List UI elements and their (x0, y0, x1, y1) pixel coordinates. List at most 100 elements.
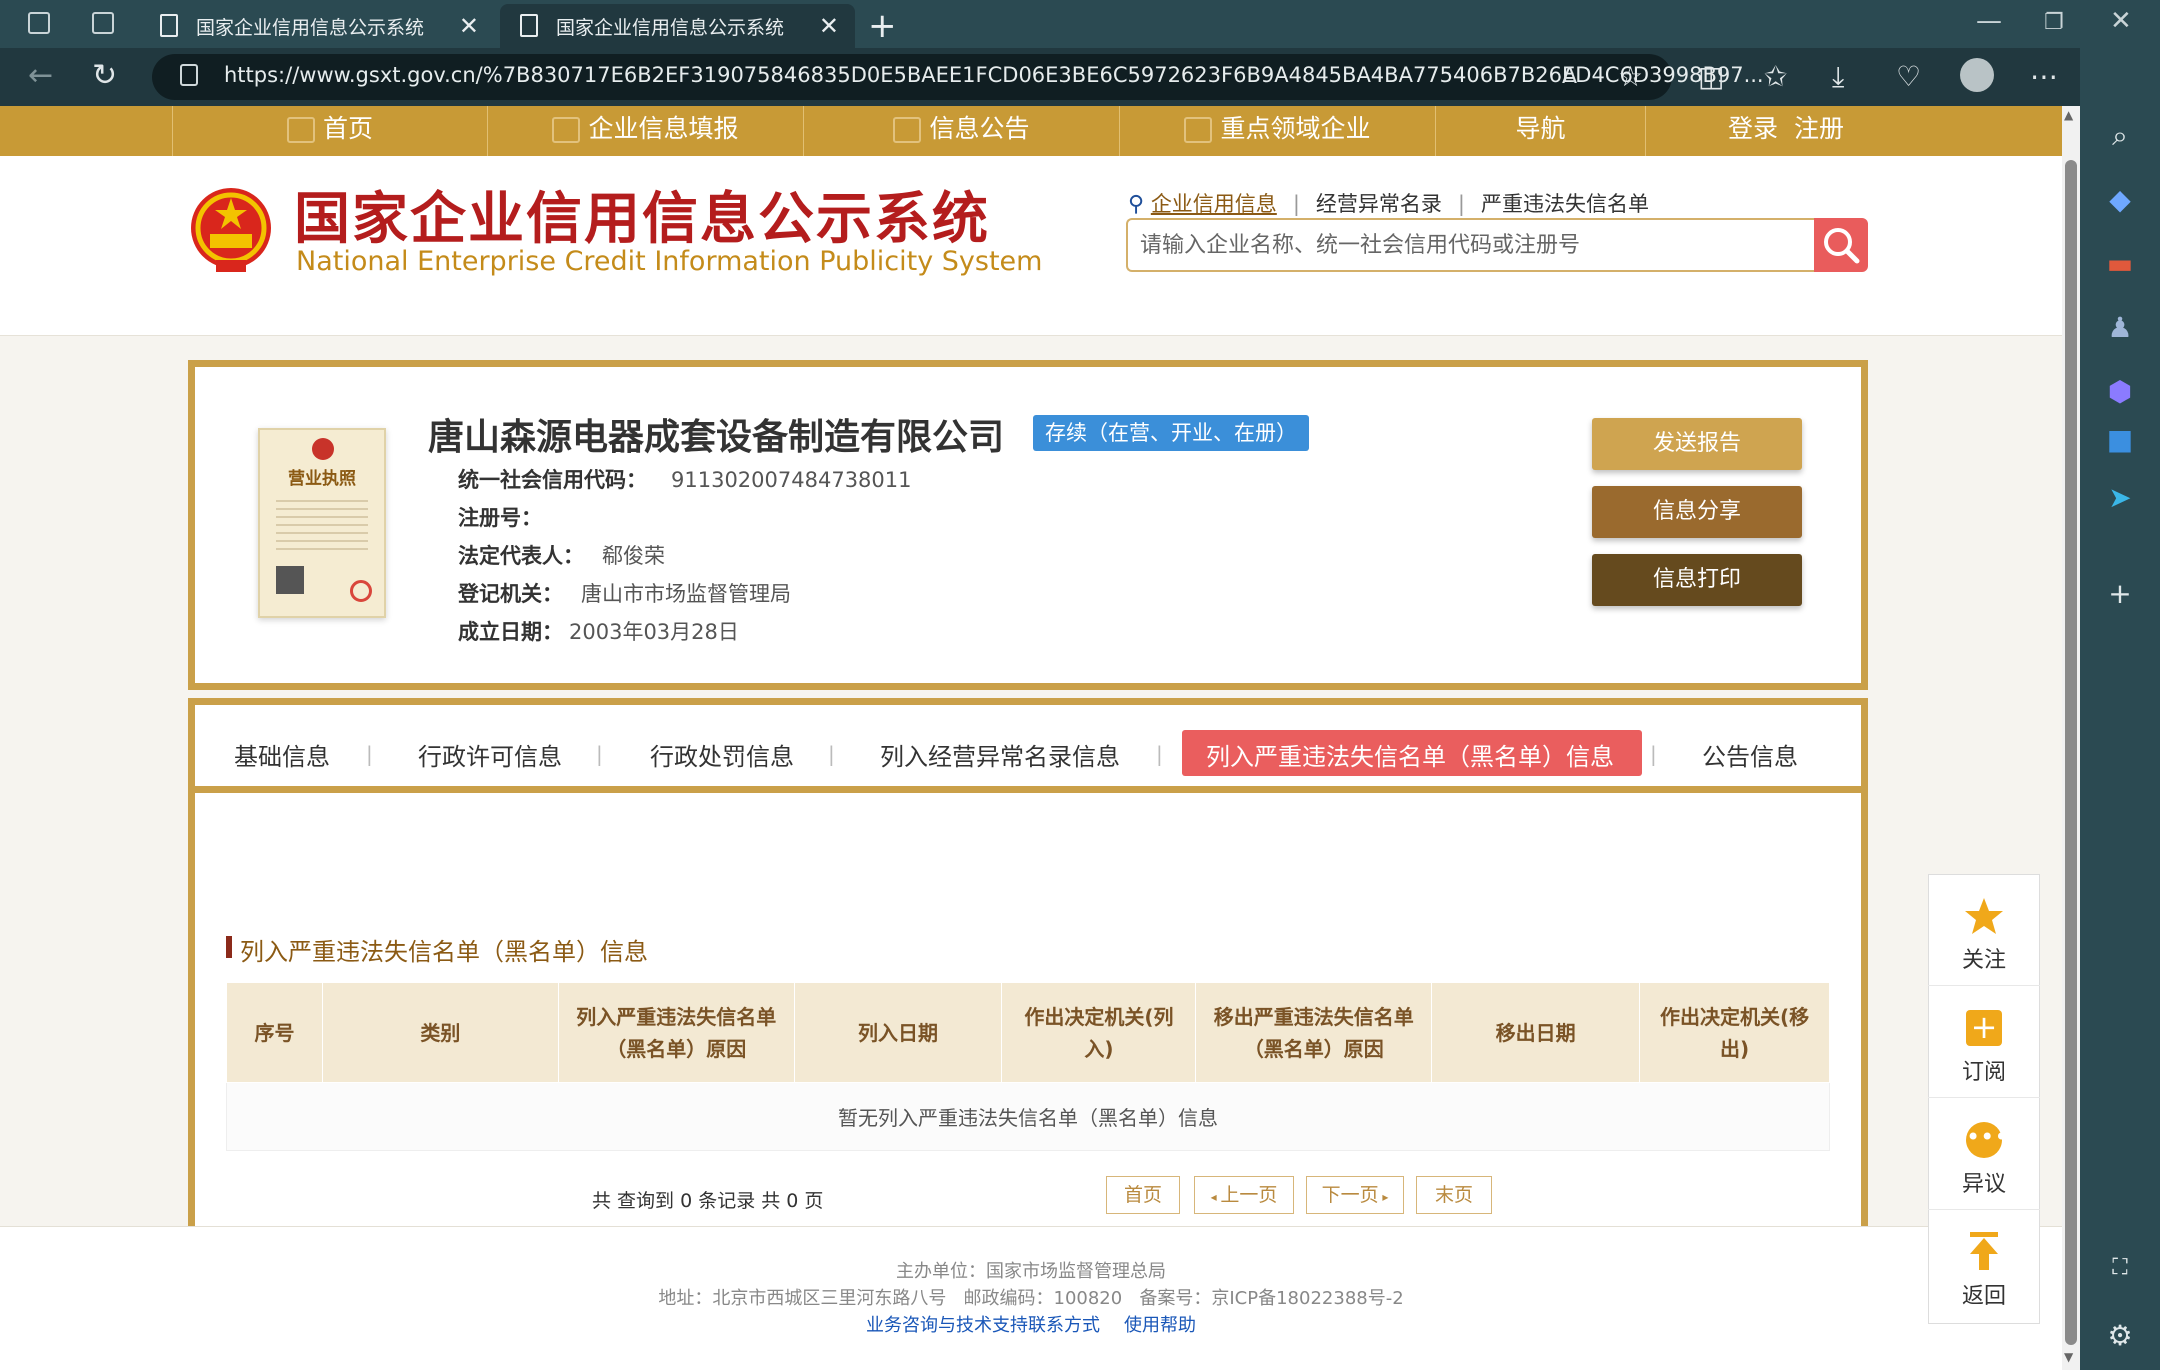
objection-button[interactable]: ••• 异议 (1928, 1098, 2040, 1210)
column-header: 序号 (226, 982, 323, 1083)
url-text[interactable]: https://www.gsxt.gov.cn/%7B830717E6B2EF3… (224, 63, 1764, 87)
caret-left-icon: ◂ (1210, 1190, 1221, 1204)
search-icon[interactable]: ⌕ (2100, 116, 2140, 156)
business-license-thumbnail[interactable]: 营业执照 (258, 428, 386, 618)
field-label: 注册号： (458, 506, 542, 530)
scroll-up-arrow-icon[interactable]: ▲ (2064, 108, 2073, 122)
split-screen-icon[interactable]: ◫ (1698, 60, 1724, 93)
tab-basic-info[interactable]: 基础信息 (234, 737, 330, 772)
field-value: 2003年03月28日 (569, 620, 739, 644)
nav-label: 信息公告 (929, 114, 1030, 143)
nav-login-register[interactable]: 登录 注册 (1646, 106, 1926, 156)
close-icon[interactable]: ✕ (459, 12, 479, 40)
document-icon (893, 117, 922, 143)
download-icon[interactable]: ⤓ (1832, 60, 1844, 94)
scroll-down-arrow-icon[interactable]: ▼ (2064, 1350, 2073, 1364)
follow-button[interactable]: 关注 (1928, 874, 2040, 986)
first-page-button[interactable]: 首页 (1106, 1176, 1180, 1214)
settings-gear-icon[interactable]: ⚙ (2100, 1316, 2140, 1356)
close-icon[interactable]: ✕ (819, 12, 839, 40)
favorites-icon[interactable]: ✩ (1764, 60, 1787, 93)
tools-icon[interactable]: ▬ (2100, 244, 2140, 284)
games-icon[interactable]: ♟ (2100, 308, 2140, 348)
last-page-button[interactable]: 末页 (1416, 1176, 1492, 1214)
search-input[interactable] (1128, 220, 1808, 270)
prev-page-button[interactable]: ◂ 上一页 (1194, 1176, 1294, 1214)
nav-key-sectors[interactable]: 重点领域企业 (1120, 106, 1436, 156)
send-icon[interactable]: ➤ (2100, 478, 2140, 518)
subscribe-button[interactable]: + 订阅 (1928, 986, 2040, 1098)
print-info-button[interactable]: 信息打印 (1592, 554, 1802, 606)
scrollbar-thumb[interactable] (2065, 160, 2077, 1345)
nav-guide[interactable]: 导航 (1436, 106, 1646, 156)
link-enterprise-credit[interactable]: 企业信用信息 (1151, 192, 1277, 216)
page-icon (160, 14, 178, 37)
site-subtitle: National Enterprise Credit Information P… (296, 246, 1043, 277)
new-tab-icon[interactable]: + (868, 6, 897, 46)
top-navigation: 首页 企业信息填报 信息公告 重点领域企业 导航 登录 注册 (0, 106, 2062, 156)
info-row-established: 成立日期： 2003年03月28日 (458, 616, 739, 646)
table-header-row: 序号 类别 列入严重违法失信名单（黑名单）原因 列入日期 作出决定机关(列入) … (226, 982, 1830, 1083)
nav-announcements[interactable]: 信息公告 (804, 106, 1120, 156)
tab-separator: | (366, 742, 373, 766)
back-icon[interactable]: ← (28, 58, 53, 93)
browser-tab-active[interactable]: 国家企业信用信息公示系统 ✕ (500, 4, 855, 48)
minimize-icon[interactable]: — (1976, 6, 2002, 36)
tab-admin-penalty[interactable]: 行政处罚信息 (650, 737, 794, 772)
search-box (1126, 218, 1816, 272)
nav-enterprise-report[interactable]: 企业信息填报 (488, 106, 804, 156)
favorite-star-icon[interactable]: ☆ (1618, 60, 1643, 93)
search-category-links: ⚲ 企业信用信息 | 经营异常名录 | 严重违法失信名单 (1128, 192, 1649, 217)
back-to-top-button[interactable]: 返回 (1928, 1210, 2040, 1322)
tab-admin-license[interactable]: 行政许可信息 (418, 737, 562, 772)
nav-label: 重点领域企业 (1220, 114, 1371, 143)
site-title: 国家企业信用信息公示系统 (294, 187, 990, 252)
monitor-icon (286, 117, 315, 143)
share-info-button[interactable]: 信息分享 (1592, 486, 1802, 538)
close-window-icon[interactable]: ✕ (2110, 6, 2132, 36)
follow-label: 关注 (1961, 948, 2006, 973)
search-icon (1824, 228, 1860, 264)
next-page-button[interactable]: 下一页 ▸ (1306, 1176, 1404, 1214)
nav-label: 导航 (1515, 114, 1566, 143)
empty-message: 暂无列入严重违法失信名单（黑名单）信息 (226, 1082, 1830, 1151)
refresh-icon[interactable]: ↻ (92, 58, 117, 93)
nav-home[interactable]: 首页 (172, 106, 488, 156)
site-footer: 主办单位：国家市场监督管理总局 地址：北京市西城区三里河东路八号 邮政编码：10… (0, 1226, 2062, 1370)
contact-support-link[interactable]: 业务咨询与技术支持联系方式 (866, 1315, 1100, 1336)
field-label: 成立日期： (458, 620, 563, 644)
back-label: 返回 (1961, 1284, 2006, 1309)
info-row-legal-rep: 法定代表人： 郗俊荣 (458, 540, 665, 570)
copilot-icon[interactable]: ⬢ (2100, 372, 2140, 412)
more-menu-icon[interactable]: ⋯ (2030, 60, 2058, 93)
link-abnormal-list[interactable]: 经营异常名录 (1316, 192, 1442, 216)
lock-icon[interactable] (180, 64, 198, 86)
arrow-up-icon (1970, 1232, 1998, 1270)
link-blacklist[interactable]: 严重违法失信名单 (1481, 192, 1649, 216)
help-link[interactable]: 使用帮助 (1124, 1315, 1196, 1336)
browser-essentials-icon[interactable]: ♡ (1896, 60, 1921, 93)
tab-announcements[interactable]: 公告信息 (1702, 737, 1798, 772)
field-value: 唐山市市场监督管理局 (581, 582, 791, 606)
read-aloud-icon[interactable]: A (1562, 64, 1577, 89)
search-button[interactable] (1814, 218, 1868, 272)
company-name: 唐山森源电器成套设备制造有限公司 (428, 417, 1005, 458)
info-row-reg-number: 注册号： (458, 502, 560, 532)
add-icon[interactable]: + (2100, 574, 2140, 614)
field-label: 登记机关： (458, 582, 563, 606)
browser-tab[interactable]: 国家企业信用信息公示系统 ✕ (140, 4, 495, 48)
shopping-tag-icon[interactable]: ◆ (2100, 180, 2140, 220)
outlook-icon[interactable]: ■ (2100, 420, 2140, 460)
screenshot-icon[interactable]: ⛶ (2100, 1248, 2140, 1288)
license-text-lines (276, 494, 368, 554)
tab-actions-icon[interactable] (92, 12, 114, 34)
emblem-stamp-icon (312, 438, 334, 460)
tab-blacklist[interactable]: 列入严重违法失信名单（黑名单）信息 (1206, 737, 1614, 772)
tab-separator: | (1650, 742, 1657, 766)
restore-icon[interactable]: ❐ (2044, 10, 2064, 35)
tab-abnormal-list[interactable]: 列入经营异常名录信息 (880, 737, 1120, 772)
send-report-button[interactable]: 发送报告 (1592, 418, 1802, 470)
profile-avatar-icon[interactable] (1960, 58, 1994, 92)
workspaces-icon[interactable] (28, 12, 50, 34)
pager-summary: 共 查询到 0 条记录 共 0 页 (592, 1190, 824, 1212)
